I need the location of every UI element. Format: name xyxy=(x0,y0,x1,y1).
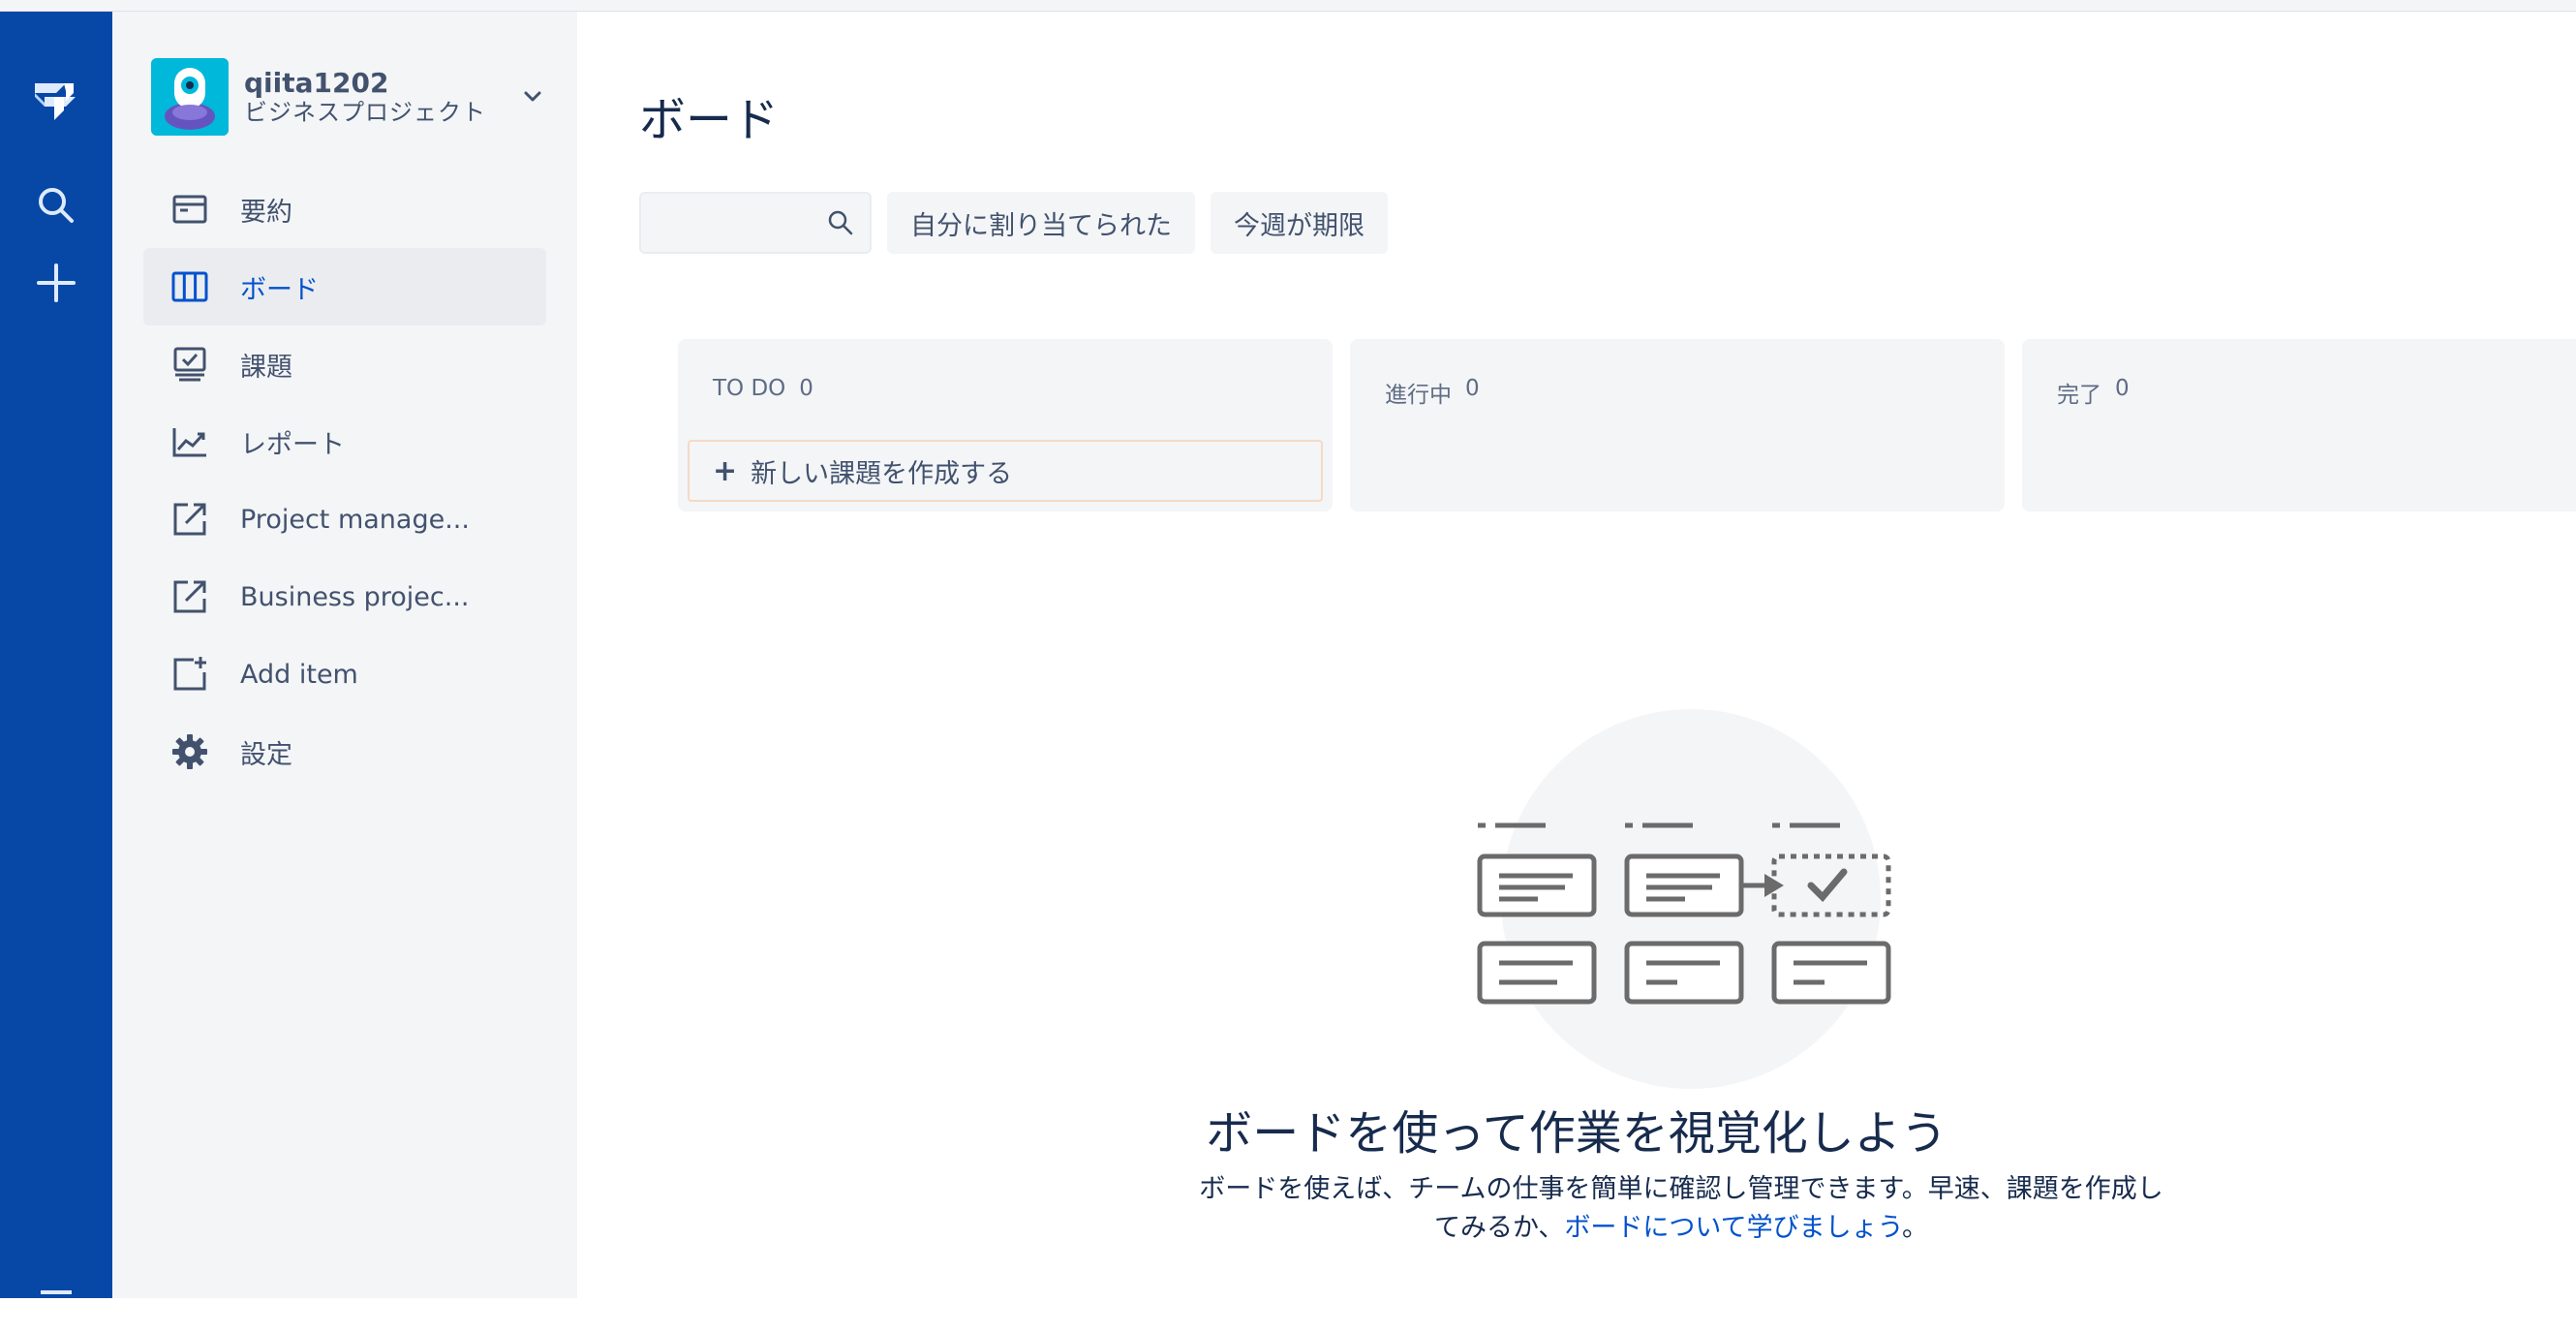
gear-icon xyxy=(170,732,209,771)
add-page-icon xyxy=(170,655,209,694)
project-type: ビジネスプロジェクト xyxy=(244,99,486,126)
column-count: 0 xyxy=(1465,376,1480,401)
sidebar-item-project-management[interactable]: Project manage... xyxy=(143,480,546,558)
sidebar-item-summary[interactable]: 要約 xyxy=(143,170,546,248)
filter-assigned-to-me[interactable]: 自分に割り当てられた xyxy=(887,192,1195,254)
empty-state-title: ボードを使って作業を視覚化しよう xyxy=(1206,1106,1947,1161)
sidebar-item-label: 課題 xyxy=(240,352,292,383)
search-icon[interactable] xyxy=(21,170,91,240)
board-columns: TO DO 0 + 新しい課題を作成する 進行中 0 完了 0 xyxy=(678,339,2576,512)
sidebar-item-board[interactable]: ボード xyxy=(143,248,546,326)
board-column-done: 完了 0 xyxy=(2022,339,2576,512)
board-column-in-progress: 進行中 0 xyxy=(1350,339,2005,512)
global-nav xyxy=(0,12,112,1298)
sidebar-item-label: Add item xyxy=(240,659,358,690)
chevron-down-icon[interactable] xyxy=(517,81,548,112)
sidebar-item-label: Business projec... xyxy=(240,581,470,612)
create-issue-label: 新しい課題を作成する xyxy=(751,458,1013,489)
sidebar-item-label: ボード xyxy=(240,274,319,305)
column-count: 0 xyxy=(799,376,813,401)
page-title: ボード xyxy=(639,93,780,147)
board-column-todo: TO DO 0 + 新しい課題を作成する xyxy=(678,339,1333,512)
main-content: ボード 自分に割り当てられた 今週が期限 TO DO 0 + 新しい課題を作成す… xyxy=(577,12,2576,1298)
learn-about-boards-link[interactable]: ボードについて学びましょう xyxy=(1564,1213,1902,1243)
column-name: 進行中 xyxy=(1385,383,1452,408)
sidebar-nav: 要約 ボード 課題 レポート Project manage... Busines… xyxy=(143,170,546,790)
sidebar-item-label: Project manage... xyxy=(240,504,470,535)
external-link-icon xyxy=(170,577,209,616)
filter-bar: 自分に割り当てられた 今週が期限 xyxy=(639,192,1388,254)
sidebar-item-label: 要約 xyxy=(240,197,292,228)
empty-state-description: ボードを使えば、チームの仕事を簡単に確認し管理できます。早速、課題を作成してみる… xyxy=(1197,1170,2165,1248)
menu-icon[interactable] xyxy=(21,1263,91,1333)
sidebar-item-label: 設定 xyxy=(240,739,292,770)
sidebar-item-label: レポート xyxy=(240,429,345,460)
plus-icon: + xyxy=(713,453,738,488)
sidebar-item-business-project[interactable]: Business projec... xyxy=(143,558,546,636)
filter-due-this-week[interactable]: 今週が期限 xyxy=(1211,192,1388,254)
project-avatar xyxy=(151,58,229,136)
search-input[interactable] xyxy=(641,194,825,248)
column-header: 完了 0 xyxy=(2057,376,2130,409)
reports-icon xyxy=(170,422,209,461)
external-link-icon xyxy=(170,500,209,539)
sidebar-item-reports[interactable]: レポート xyxy=(143,403,546,480)
create-issue-button[interactable]: + 新しい課題を作成する xyxy=(688,440,1323,502)
jira-logo-icon[interactable] xyxy=(21,66,91,136)
search-icon[interactable] xyxy=(827,209,854,236)
column-header: 進行中 0 xyxy=(1385,376,1480,409)
issues-icon xyxy=(170,345,209,384)
board-icon xyxy=(170,267,209,306)
sidebar-item-add-item[interactable]: Add item xyxy=(143,636,546,713)
project-header[interactable]: qiita1202 ビジネスプロジェクト xyxy=(151,58,548,136)
sidebar-item-issues[interactable]: 課題 xyxy=(143,326,546,403)
sidebar-item-settings[interactable]: 設定 xyxy=(143,713,546,790)
project-name: qiita1202 xyxy=(244,67,389,99)
board-search xyxy=(639,192,872,254)
project-text: qiita1202 ビジネスプロジェクト xyxy=(244,67,517,127)
empty-state-end: 。 xyxy=(1902,1213,1929,1243)
summary-icon xyxy=(170,190,209,229)
browser-top-edge xyxy=(0,0,2576,12)
column-name: 完了 xyxy=(2057,383,2101,408)
column-name: TO DO xyxy=(713,376,786,401)
column-header: TO DO 0 xyxy=(713,376,813,401)
plus-icon[interactable] xyxy=(21,248,91,318)
column-count: 0 xyxy=(2115,376,2130,401)
empty-board-illustration xyxy=(1477,709,1891,1089)
project-sidebar: qiita1202 ビジネスプロジェクト 要約 ボード 課題 レポート Proj… xyxy=(112,12,577,1298)
